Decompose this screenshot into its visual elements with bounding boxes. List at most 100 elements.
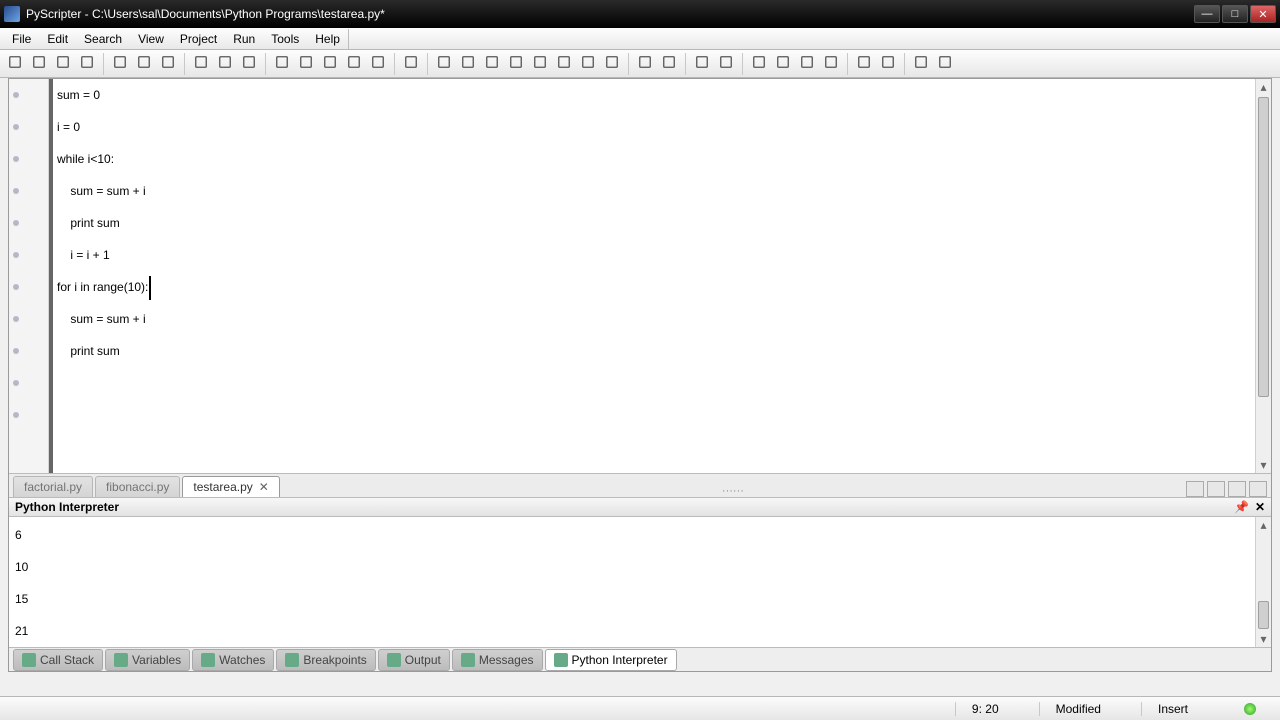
interpreter-scrollbar[interactable]: ▴ ▾: [1255, 517, 1271, 647]
interp-line: 21: [15, 615, 1265, 647]
stop-button[interactable]: [601, 53, 623, 75]
python-engine-button[interactable]: [934, 53, 956, 75]
editor-tab-testarea-py[interactable]: testarea.py ✕: [182, 476, 279, 497]
code-line[interactable]: sum = sum + i: [57, 303, 151, 335]
code-line[interactable]: print sum: [57, 335, 151, 367]
find-highlight-button[interactable]: [319, 53, 341, 75]
step-into-button[interactable]: [481, 53, 503, 75]
code-line[interactable]: print sum: [57, 207, 151, 239]
cut-button[interactable]: [133, 53, 155, 75]
find-next-icon: [299, 55, 313, 72]
hand-button[interactable]: [634, 53, 656, 75]
tab-tool-button[interactable]: [1207, 481, 1225, 497]
scroll-thumb[interactable]: [1258, 97, 1269, 397]
bottom-tab-label: Call Stack: [40, 653, 94, 667]
print-button[interactable]: [109, 53, 131, 75]
paste-icon: [194, 55, 208, 72]
stop-refresh-button[interactable]: [238, 53, 260, 75]
tab-close-icon[interactable]: ✕: [259, 480, 269, 494]
world-button[interactable]: [658, 53, 680, 75]
interpreter-output[interactable]: 6101521 ▴ ▾: [9, 517, 1271, 647]
dedent-icon: [752, 55, 766, 72]
code-line[interactable]: sum = sum + i: [57, 175, 151, 207]
menu-project[interactable]: Project: [172, 29, 225, 49]
tab-tool-button[interactable]: [1186, 481, 1204, 497]
open-file-button[interactable]: [28, 53, 50, 75]
scroll-up-icon[interactable]: ▴: [1256, 79, 1271, 95]
pin-icon[interactable]: 📌: [1234, 500, 1249, 514]
code-line[interactable]: sum = 0: [57, 79, 151, 111]
menu-help[interactable]: Help: [307, 29, 348, 49]
status-mode: Insert: [1141, 702, 1204, 716]
editor-tab-fibonacci-py[interactable]: fibonacci.py: [95, 476, 180, 497]
editor-tab-factorial-py[interactable]: factorial.py: [13, 476, 93, 497]
scroll-up-icon[interactable]: ▴: [1256, 517, 1271, 533]
code-line[interactable]: i = 0: [57, 111, 151, 143]
options-icon: [914, 55, 928, 72]
code-line[interactable]: while i<10:: [57, 143, 151, 175]
find-button[interactable]: [271, 53, 293, 75]
bottom-tab-variables[interactable]: Variables: [105, 649, 190, 671]
paste-button[interactable]: [190, 53, 212, 75]
toggle-bookmark-button[interactable]: [343, 53, 365, 75]
goto-button[interactable]: [367, 53, 389, 75]
editor-scrollbar-vertical[interactable]: ▴ ▾: [1255, 79, 1271, 473]
reload-button[interactable]: [214, 53, 236, 75]
line-numbers-button[interactable]: [820, 53, 842, 75]
toolbar: [0, 50, 1280, 78]
code-line[interactable]: i = i + 1: [57, 239, 151, 271]
menu-file[interactable]: File: [4, 29, 39, 49]
maximize-button[interactable]: □: [1222, 5, 1248, 23]
scroll-down-icon[interactable]: ▾: [1256, 457, 1271, 473]
pause-button[interactable]: [577, 53, 599, 75]
toggle-bookmark-icon: [347, 55, 361, 72]
menu-search[interactable]: Search: [76, 29, 130, 49]
copy-button[interactable]: [157, 53, 179, 75]
go-back-button[interactable]: [400, 53, 422, 75]
bottom-tab-watches[interactable]: Watches: [192, 649, 274, 671]
save-all-button[interactable]: [76, 53, 98, 75]
bottom-tab-call-stack[interactable]: Call Stack: [13, 649, 103, 671]
menu-run[interactable]: Run: [225, 29, 263, 49]
comment-button[interactable]: [796, 53, 818, 75]
tab-tool-button[interactable]: [1228, 481, 1246, 497]
toggle-breakpoint-button[interactable]: [553, 53, 575, 75]
whitespace-button[interactable]: [877, 53, 899, 75]
tab-label: testarea.py: [193, 480, 252, 494]
nav-fwd-button[interactable]: [715, 53, 737, 75]
bottom-tab-breakpoints[interactable]: Breakpoints: [276, 649, 375, 671]
dedent-button[interactable]: [748, 53, 770, 75]
menu-tools[interactable]: Tools: [263, 29, 307, 49]
tab-tool-button[interactable]: [1249, 481, 1267, 497]
whitespace-icon: [881, 55, 895, 72]
editor-gutter[interactable]: [9, 79, 49, 473]
step-out-button[interactable]: [505, 53, 527, 75]
bottom-tab-output[interactable]: Output: [378, 649, 450, 671]
code-line[interactable]: for i in range(10):: [57, 271, 151, 303]
indent-button[interactable]: [772, 53, 794, 75]
options-button[interactable]: [910, 53, 932, 75]
find-next-button[interactable]: [295, 53, 317, 75]
bottom-tab-label: Messages: [479, 653, 534, 667]
run-to-cursor-button[interactable]: [529, 53, 551, 75]
nav-back-button[interactable]: [691, 53, 713, 75]
menu-edit[interactable]: Edit: [39, 29, 76, 49]
panel-close-icon[interactable]: ✕: [1255, 500, 1265, 514]
bottom-tab-python-interpreter[interactable]: Python Interpreter: [545, 649, 677, 671]
stack-icon: [22, 653, 36, 667]
menu-view[interactable]: View: [130, 29, 172, 49]
editor-area[interactable]: sum = 0i = 0while i<10: sum = sum + i pr…: [9, 79, 1271, 473]
scroll-down-icon[interactable]: ▾: [1256, 631, 1271, 647]
bottom-tab-messages[interactable]: Messages: [452, 649, 543, 671]
word-wrap-button[interactable]: [853, 53, 875, 75]
bottom-tab-label: Watches: [219, 653, 265, 667]
close-button[interactable]: ✕: [1250, 5, 1276, 23]
step-over-button[interactable]: [457, 53, 479, 75]
editor-code[interactable]: sum = 0i = 0while i<10: sum = sum + i pr…: [49, 79, 151, 473]
minimize-button[interactable]: ―: [1194, 5, 1220, 23]
print-icon: [113, 55, 127, 72]
run-button[interactable]: [433, 53, 455, 75]
save-button[interactable]: [52, 53, 74, 75]
new-file-icon: [8, 55, 22, 72]
new-file-button[interactable]: [4, 53, 26, 75]
